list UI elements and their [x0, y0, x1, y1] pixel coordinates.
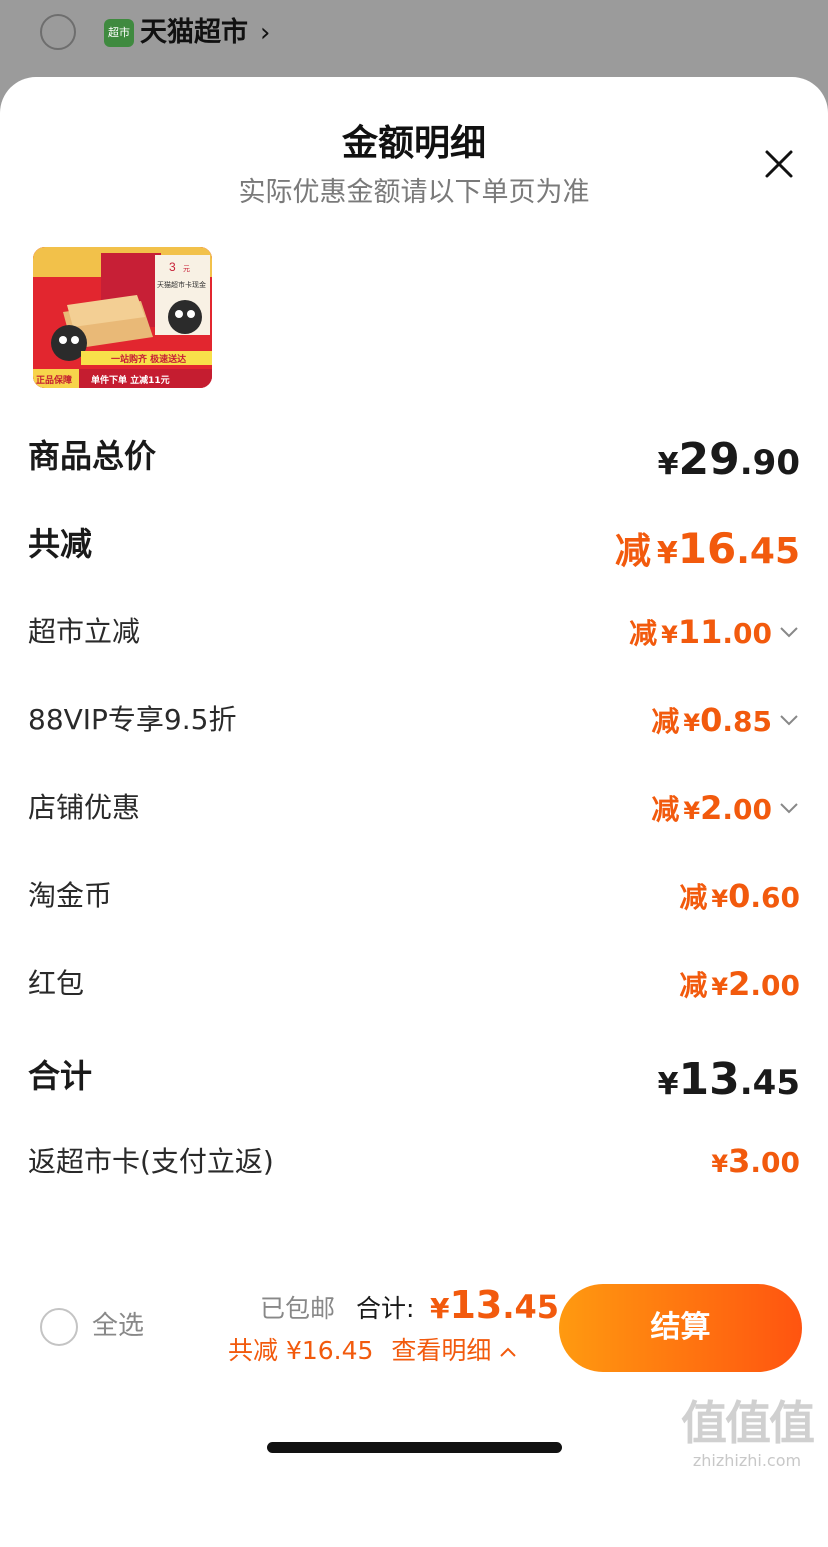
chevron-down-icon[interactable]	[778, 797, 800, 819]
red-packet-amount: 减 ¥ 2 .00	[679, 965, 800, 1003]
subtotal-amount: ¥ 13 .45	[657, 1054, 800, 1105]
gold-coin-label: 淘金币	[28, 879, 113, 912]
store-name[interactable]: 天猫超市	[140, 14, 248, 52]
cashback-amount: ¥ 3 .00	[711, 1142, 800, 1180]
supermarket-off-amount[interactable]: 减 ¥ 11 .00	[629, 612, 800, 652]
sheet-subtitle: 实际优惠金额请以下单页为准	[238, 177, 590, 208]
view-details-link[interactable]: 查看明细	[391, 1336, 491, 1365]
svg-text:正品保障: 正品保障	[36, 374, 72, 386]
supermarket-off-label: 超市立减	[28, 615, 141, 648]
home-indicator[interactable]	[267, 1442, 562, 1453]
saving-summary[interactable]: 共减 ¥16.45 查看明细	[228, 1332, 517, 1370]
total-reduce-amount: 减 ¥ 16 .45	[614, 524, 800, 573]
product-thumbnail[interactable]: 3 元 天猫超市卡现金 一站购齐 极速送达 正品保障 单件下单 立减11元	[33, 247, 212, 388]
product-image: 3 元 天猫超市卡现金 一站购齐 极速送达 正品保障 单件下单 立减11元	[33, 247, 212, 388]
total-label: 合计:	[356, 1294, 415, 1323]
watermark-url: zhizhizhi.com	[692, 1451, 802, 1470]
checkout-button[interactable]: 结算	[559, 1284, 802, 1372]
svg-text:3: 3	[169, 260, 176, 274]
goods-total-label: 商品总价	[28, 437, 157, 475]
store-header: 超市 天猫超市 ›	[0, 0, 828, 78]
tmall-supermarket-logo-icon: 超市	[104, 19, 134, 47]
chevron-up-icon[interactable]	[499, 1345, 517, 1359]
total-reduce-label: 共减	[28, 525, 93, 563]
store-discount-label: 店铺优惠	[28, 791, 141, 824]
vip-discount-amount[interactable]: 减 ¥ 0 .85	[651, 700, 800, 740]
chevron-down-icon[interactable]	[778, 709, 800, 731]
close-icon[interactable]	[756, 141, 802, 187]
vip-discount-label: 88VIP专享9.5折	[28, 703, 237, 736]
saving-text: 共减 ¥16.45	[228, 1336, 374, 1365]
select-all-radio[interactable]	[40, 1308, 78, 1346]
store-select-radio[interactable]	[40, 14, 76, 50]
goods-total-amount: ¥ 29 .90	[657, 434, 800, 485]
cashback-label: 返超市卡(支付立返)	[28, 1145, 274, 1178]
watermark: 值值值 zhizhizhi.com	[672, 1395, 822, 1471]
chevron-down-icon[interactable]	[778, 621, 800, 643]
svg-text:单件下单 立减11元: 单件下单 立减11元	[91, 374, 170, 386]
svg-text:一站购齐 极速送达: 一站购齐 极速送达	[111, 353, 186, 365]
store-discount-amount[interactable]: 减 ¥ 2 .00	[651, 788, 800, 828]
red-packet-label: 红包	[28, 967, 85, 1000]
subtotal-label: 合计	[28, 1057, 93, 1095]
watermark-logo: 值值值	[681, 1396, 815, 1450]
chevron-right-icon[interactable]: ›	[260, 14, 270, 52]
free-shipping-label: 已包邮	[260, 1294, 336, 1323]
select-all-label[interactable]: 全选	[92, 1306, 144, 1346]
svg-text:天猫超市卡现金: 天猫超市卡现金	[157, 280, 206, 289]
sheet-title: 金额明细	[341, 123, 486, 164]
total-amount: ¥13.45	[430, 1283, 560, 1327]
gold-coin-amount: 减 ¥ 0 .60	[679, 877, 800, 915]
svg-text:元: 元	[183, 265, 190, 273]
